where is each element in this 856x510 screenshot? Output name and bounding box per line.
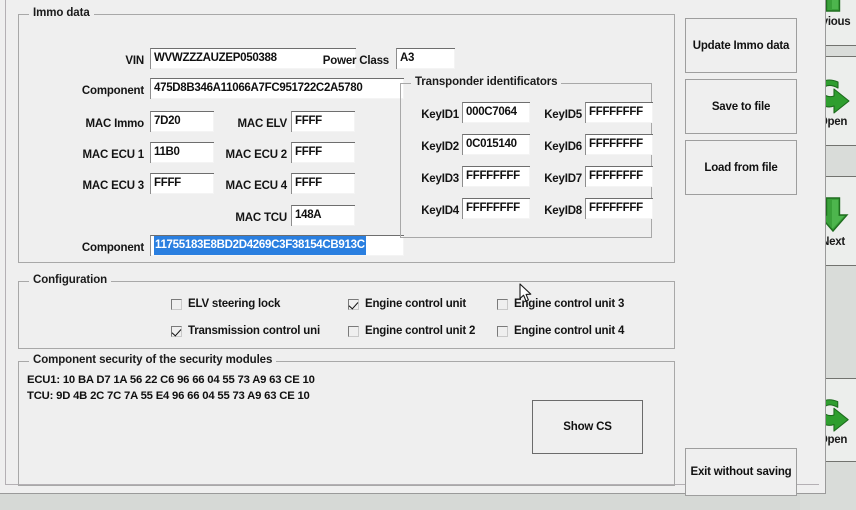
mac-tcu-input[interactable]: 148A (291, 205, 355, 226)
checkbox-box-elv-steering-lock[interactable] (171, 298, 182, 310)
component1-label: Component (81, 85, 144, 97)
load-from-file-button[interactable]: Load from file (685, 140, 797, 195)
checkbox-box-transmission-control-unit[interactable] (171, 325, 182, 337)
keyid5-input[interactable]: FFFFFFFF (585, 102, 653, 123)
mac-ecu4-input[interactable]: FFFF (291, 173, 355, 194)
save-to-file-button[interactable]: Save to file (685, 79, 797, 134)
mac-elv-input[interactable]: FFFF (291, 111, 355, 132)
keyid6-input[interactable]: FFFFFFFF (585, 134, 653, 155)
keyid7-input[interactable]: FFFFFFFF (585, 166, 653, 187)
keyid5-label: KeyID5 (544, 109, 582, 121)
checkbox-label-engine-control-unit-4: Engine control unit 4 (514, 325, 625, 337)
mac-ecu3-label: MAC ECU 3 (82, 180, 145, 192)
dialog-window: Immo data VIN WVWZZZAUZEP050388 Power Cl… (0, 0, 826, 496)
keyid8-label: KeyID8 (544, 205, 582, 217)
component2-selected-text: 11755183E8BD2D4269C3F38154CB913C (154, 236, 366, 255)
checkbox-box-engine-control-unit[interactable] (348, 298, 359, 310)
keyid3-input[interactable]: FFFFFFFF (462, 166, 530, 187)
checkbox-label-elv-steering-lock: ELV steering lock (188, 298, 281, 310)
immo-data-group: Immo data VIN WVWZZZAUZEP050388 Power Cl… (18, 7, 675, 263)
mac-tcu-label: MAC TCU (235, 212, 287, 224)
configuration-group-title: Configuration (29, 274, 112, 286)
checkbox-engine-control-unit-3[interactable]: Engine control unit 3 (497, 298, 624, 310)
checkbox-engine-control-unit-2[interactable]: Engine control unit 2 (348, 325, 475, 337)
show-cs-button[interactable]: Show CS (532, 400, 643, 454)
keyid7-label: KeyID7 (544, 173, 582, 185)
transponder-identificators-group: Transponder identificators KeyID1 000C70… (400, 76, 653, 238)
immo-data-group-title: Immo data (29, 7, 94, 19)
keyid1-label: KeyID1 (421, 109, 459, 121)
keyid8-input[interactable]: FFFFFFFF (585, 198, 653, 219)
checkbox-label-engine-control-unit-3: Engine control unit 3 (514, 298, 625, 310)
keyid3-label: KeyID3 (421, 173, 459, 185)
mac-ecu1-label: MAC ECU 1 (82, 149, 145, 161)
checkbox-transmission-control-unit[interactable]: Transmission control uni (171, 325, 320, 337)
mac-ecu2-label: MAC ECU 2 (225, 149, 288, 161)
configuration-group: Configuration ELV steering lock Transmis… (18, 274, 675, 349)
checkbox-label-engine-control-unit-2: Engine control unit 2 (365, 325, 476, 337)
mac-immo-label: MAC Immo (85, 118, 145, 130)
update-immo-data-button[interactable]: Update Immo data (685, 18, 797, 73)
checkbox-box-engine-control-unit-3[interactable] (497, 298, 508, 310)
keyid2-label: KeyID2 (421, 141, 459, 153)
keyid4-label: KeyID4 (421, 205, 459, 217)
keyid4-input[interactable]: FFFFFFFF (462, 198, 530, 219)
keyid1-input[interactable]: 000C7064 (462, 102, 530, 123)
vin-label: VIN (125, 55, 144, 67)
power-class-input[interactable]: A3 (396, 48, 455, 69)
checkbox-label-engine-control-unit: Engine control unit (365, 298, 466, 310)
checkbox-box-engine-control-unit-4[interactable] (497, 325, 508, 337)
component2-input[interactable]: 11755183E8BD2D4269C3F38154CB913C (150, 235, 404, 256)
component1-input[interactable]: 475D8B346A11066A7FC951722C2A5780 (150, 78, 404, 99)
component-security-group-title: Component security of the security modul… (29, 354, 277, 366)
component-security-tcu-line: TCU: 9D 4B 2C 7C 7A 55 E4 96 66 04 55 73… (27, 390, 310, 402)
checkbox-engine-control-unit-4[interactable]: Engine control unit 4 (497, 325, 624, 337)
component2-label: Component (81, 242, 144, 254)
component-security-ecu1-line: ECU1: 10 BA D7 1A 56 22 C6 96 66 04 55 7… (27, 374, 315, 386)
checkbox-label-transmission-control-unit: Transmission control uni (188, 325, 320, 337)
mac-ecu2-input[interactable]: FFFF (291, 142, 355, 163)
keyid6-label: KeyID6 (544, 141, 582, 153)
transponder-group-title: Transponder identificators (411, 76, 562, 88)
exit-without-saving-button[interactable]: Exit without saving (685, 448, 797, 496)
mac-ecu4-label: MAC ECU 4 (225, 180, 288, 192)
checkbox-engine-control-unit[interactable]: Engine control unit (348, 298, 466, 310)
keyid2-input[interactable]: 0C015140 (462, 134, 530, 155)
checkbox-elv-steering-lock[interactable]: ELV steering lock (171, 298, 280, 310)
power-class-label: Power Class (322, 55, 389, 67)
dialog-client-area: Immo data VIN WVWZZZAUZEP050388 Power Cl… (5, 0, 819, 496)
checkbox-box-engine-control-unit-2[interactable] (348, 325, 359, 337)
immo-data-dialog-screen: evious Open Next Open Immo data VIN WVWZ… (0, 0, 856, 510)
mac-elv-label: MAC ELV (237, 118, 288, 130)
